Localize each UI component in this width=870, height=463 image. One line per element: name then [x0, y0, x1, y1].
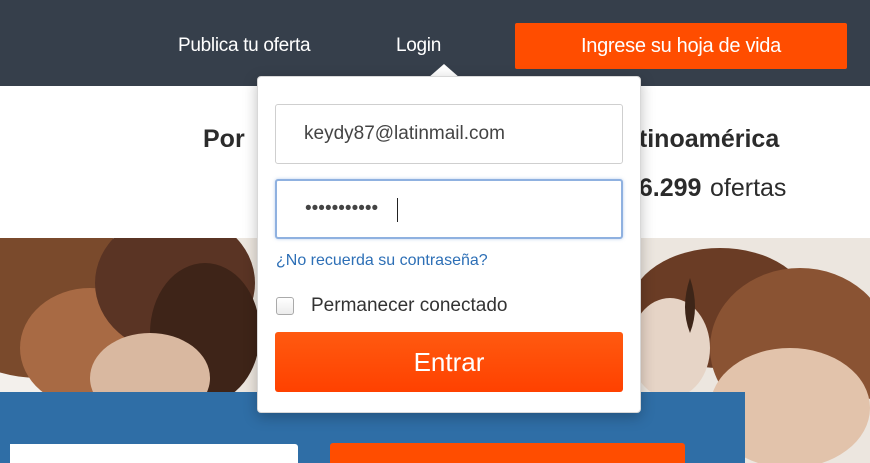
- remember-checkbox[interactable]: [276, 297, 294, 315]
- hero-headline-end: atinoamérica: [625, 125, 780, 153]
- search-input[interactable]: [10, 444, 298, 463]
- login-submit-button[interactable]: Entrar: [275, 332, 623, 392]
- publish-offer-link[interactable]: Publica tu oferta: [178, 34, 311, 58]
- submit-cv-button[interactable]: Ingrese su hoja de vida: [515, 23, 847, 69]
- forgot-password-link[interactable]: ¿No recuerda su contraseña?: [276, 251, 488, 271]
- search-button[interactable]: [330, 443, 685, 463]
- remember-label: Permanecer conectado: [311, 295, 508, 316]
- offers-word: ofertas: [710, 174, 787, 202]
- hero-headline-start: Por: [203, 125, 245, 153]
- text-caret: [397, 198, 398, 222]
- email-field[interactable]: [275, 104, 623, 164]
- login-link[interactable]: Login: [396, 34, 441, 58]
- password-field[interactable]: [275, 179, 623, 239]
